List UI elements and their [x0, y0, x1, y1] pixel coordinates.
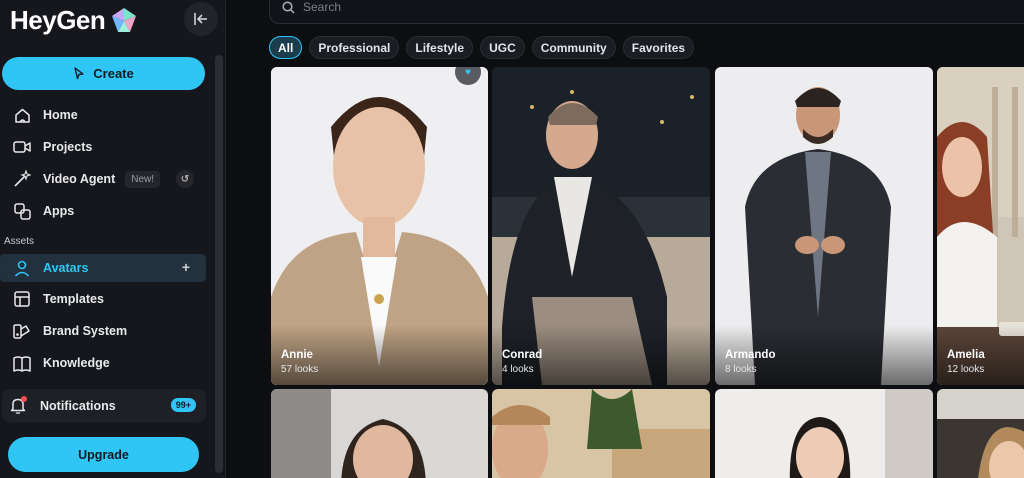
person-icon — [12, 258, 32, 278]
collapse-icon — [194, 13, 207, 25]
app-root: HeyGen Create Home Projects Video Agent … — [0, 0, 1024, 478]
avatar-card-row2-4[interactable] — [937, 389, 1024, 478]
knowledge-icon — [12, 353, 32, 373]
sidebar-item-video-agent[interactable]: Video Agent New! ↺ — [0, 165, 206, 193]
search-placeholder: Search — [303, 0, 342, 14]
search-icon — [282, 1, 295, 14]
card-info: Conrad 4 looks — [502, 349, 542, 375]
avatar-thumbnail — [271, 389, 488, 478]
filter-chip-community[interactable]: Community — [531, 36, 616, 59]
template-icon — [12, 289, 32, 309]
avatar-card-conrad[interactable]: Conrad 4 looks — [492, 67, 710, 385]
filter-chip-professional[interactable]: Professional — [309, 36, 400, 59]
avatar-name: Annie — [281, 349, 313, 361]
filter-chip-favorites[interactable]: Favorites — [622, 36, 695, 59]
sidebar-scrollbar[interactable] — [215, 55, 223, 473]
apps-icon — [12, 201, 32, 221]
sidebar: HeyGen Create Home Projects Video Agent … — [0, 0, 226, 478]
home-icon — [12, 105, 32, 125]
new-badge: New! — [125, 170, 161, 188]
avatar-thumbnail — [937, 389, 1024, 478]
notifications-button[interactable]: Notifications 99+ — [2, 389, 206, 422]
card-info: Amelia 12 looks — [947, 349, 985, 375]
sidebar-item-label: Knowledge — [43, 356, 110, 370]
history-icon[interactable]: ↺ — [176, 170, 194, 188]
create-button-label: Create — [93, 66, 134, 81]
avatar-card-row2-1[interactable] — [271, 389, 488, 478]
brand-logo[interactable]: HeyGen — [10, 5, 139, 36]
add-avatar-icon[interactable]: + — [182, 259, 190, 275]
avatar-name: Conrad — [502, 349, 543, 361]
sidebar-item-label: Home — [43, 108, 78, 122]
avatar-thumbnail — [715, 389, 933, 478]
avatar-card-row2-2[interactable] — [492, 389, 710, 478]
avatar-looks-count: 8 looks — [725, 364, 757, 375]
filter-chips: All Professional Lifestyle UGC Community… — [269, 36, 695, 59]
video-camera-icon — [12, 137, 32, 157]
sidebar-item-label: Avatars — [43, 261, 89, 275]
notification-count-badge: 99+ — [170, 398, 196, 412]
filter-chip-lifestyle[interactable]: Lifestyle — [406, 36, 474, 59]
card-info: Annie 57 looks — [281, 349, 318, 375]
notifications-label: Notifications — [40, 398, 116, 413]
sidebar-item-apps[interactable]: Apps — [0, 197, 206, 225]
sidebar-item-label: Apps — [43, 204, 75, 218]
filter-chip-all[interactable]: All — [269, 36, 303, 59]
search-input[interactable]: Search — [269, 0, 1024, 24]
avatar-looks-count: 12 looks — [947, 364, 985, 375]
collapse-sidebar-button[interactable] — [184, 2, 218, 36]
avatar-thumbnail — [492, 389, 710, 478]
magic-wand-icon — [12, 169, 32, 189]
avatar-name: Armando — [725, 349, 776, 361]
cursor-icon — [74, 67, 84, 80]
avatar-card-armando[interactable]: Armando 8 looks — [715, 67, 933, 385]
sidebar-item-brand-system[interactable]: Brand System — [0, 317, 206, 345]
avatar-card-row2-3[interactable] — [715, 389, 933, 478]
avatar-card-amelia[interactable]: Amelia 12 looks — [937, 67, 1024, 385]
bell-icon — [10, 396, 30, 414]
avatar-name: Amelia — [947, 349, 985, 361]
sidebar-item-avatars[interactable]: Avatars + — [0, 254, 206, 282]
sidebar-item-knowledge[interactable]: Knowledge — [0, 349, 206, 377]
notification-dot — [21, 396, 27, 402]
create-button[interactable]: Create — [2, 57, 205, 90]
avatar-looks-count: 4 looks — [502, 364, 534, 375]
sidebar-item-label: Brand System — [43, 324, 128, 338]
sidebar-item-label: Video Agent — [43, 172, 116, 186]
brand-icon — [12, 321, 32, 341]
sidebar-item-label: Projects — [43, 140, 93, 154]
sidebar-item-templates[interactable]: Templates — [0, 285, 206, 313]
sidebar-item-label: Templates — [43, 292, 104, 306]
upgrade-button[interactable]: Upgrade — [8, 437, 199, 472]
sidebar-item-projects[interactable]: Projects — [0, 133, 206, 161]
sidebar-item-home[interactable]: Home — [0, 101, 206, 129]
filter-chip-ugc[interactable]: UGC — [480, 36, 525, 59]
logo-gem-icon — [112, 7, 137, 32]
brand-name: HeyGen — [10, 5, 106, 35]
assets-section-label: Assets — [4, 236, 35, 247]
avatar-card-annie[interactable]: ♥ Annie 57 looks — [271, 67, 488, 385]
card-info: Armando 8 looks — [725, 349, 775, 375]
avatar-looks-count: 57 looks — [281, 364, 319, 375]
